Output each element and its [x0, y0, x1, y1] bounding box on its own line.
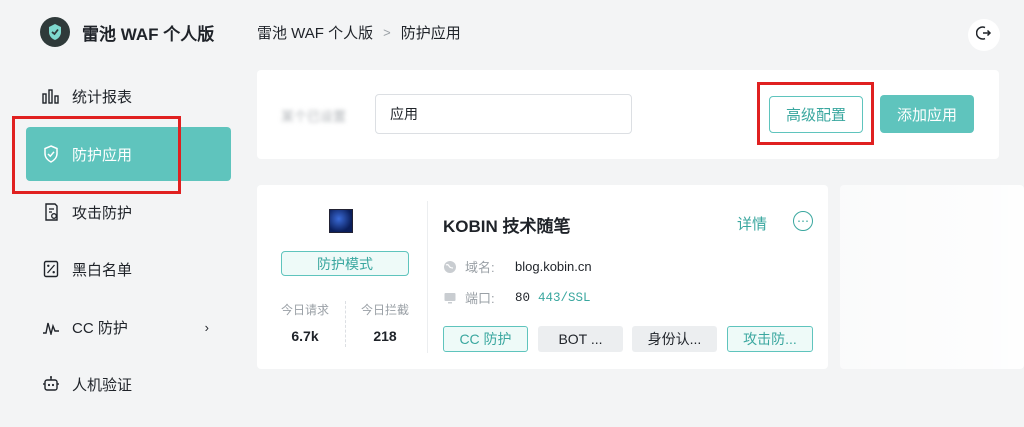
- today-requests-label: 今日请求: [280, 303, 329, 317]
- sidebar-item-label: 人机验证: [72, 376, 133, 394]
- port-label: 端口:: [465, 291, 495, 306]
- app-favicon-icon: [329, 209, 353, 233]
- monitor-icon: [443, 291, 457, 305]
- today-blocked-label: 今日拦截: [360, 303, 409, 317]
- today-requests-value: 6.7k: [291, 328, 319, 344]
- app-name: KOBIN 技术随笔: [443, 217, 571, 236]
- port-ssl-value: 443/SSL: [538, 290, 591, 305]
- logout-icon: [975, 25, 992, 46]
- breadcrumb-separator: >: [383, 25, 391, 40]
- tag-bot-protection[interactable]: BOT ...: [538, 326, 623, 352]
- search-input[interactable]: [375, 94, 632, 134]
- detail-link[interactable]: 详情: [737, 213, 767, 234]
- robot-icon: [42, 375, 60, 393]
- sidebar-item-cc-protection[interactable]: CC 防护 ›: [26, 300, 231, 354]
- sidebar-item-attack-protection[interactable]: 攻击防护: [26, 185, 231, 239]
- domain-value: blog.kobin.cn: [515, 259, 592, 274]
- bar-chart-icon: [42, 87, 60, 105]
- breadcrumb-current: 防护应用: [400, 25, 461, 42]
- sidebar-item-protected-apps[interactable]: 防护应用: [26, 127, 231, 181]
- protection-mode-badge[interactable]: 防护模式: [281, 251, 409, 276]
- card-divider: [427, 201, 428, 353]
- filter-toolbar: 某个已设置 高级配置 添加应用: [257, 70, 999, 159]
- logo-icon: [40, 17, 70, 47]
- brand-title: 雷池 WAF 个人版: [82, 24, 215, 44]
- add-app-button[interactable]: 添加应用: [880, 95, 974, 133]
- sidebar-item-blackwhite-list[interactable]: 黑白名单: [26, 242, 231, 296]
- logout-button[interactable]: [968, 19, 1000, 51]
- sidebar-item-statistics[interactable]: 统计报表: [26, 69, 231, 123]
- filter-label: 某个已设置: [281, 109, 347, 124]
- app-card: 防护模式 今日请求 6.7k 今日拦截 218 KOBIN 技术随笔 详情 ⋯ …: [257, 185, 828, 369]
- sidebar: 雷池 WAF 个人版 统计报表 防护应用 攻击防护 黑白名单 CC 防护 › 人…: [0, 0, 240, 427]
- blurred-card-placeholder: [840, 185, 1024, 369]
- globe-icon: [443, 260, 457, 274]
- chevron-right-icon: ›: [204, 319, 209, 335]
- port-row: 端口: 80 443/SSL: [443, 288, 591, 307]
- sidebar-item-label: 统计报表: [72, 88, 133, 106]
- app-card-summary: 防护模式 今日请求 6.7k 今日拦截 218: [257, 185, 427, 369]
- sidebar-item-label: 黑白名单: [72, 261, 133, 279]
- attack-log-icon: [42, 203, 60, 221]
- breadcrumb: 雷池 WAF 个人版 > 防护应用: [257, 22, 461, 43]
- today-requests-stat: 今日请求 6.7k: [265, 301, 345, 344]
- advanced-config-button[interactable]: 高级配置: [769, 96, 863, 133]
- domain-row: 域名: blog.kobin.cn: [443, 257, 592, 276]
- percent-list-icon: [42, 260, 60, 278]
- today-blocked-stat: 今日拦截 218: [345, 301, 425, 344]
- tag-attack-protection[interactable]: 攻击防...: [727, 326, 813, 352]
- brand: 雷池 WAF 个人版: [40, 16, 214, 48]
- more-options-icon[interactable]: ⋯: [793, 211, 813, 231]
- sidebar-item-label: 攻击防护: [72, 204, 133, 222]
- tag-auth[interactable]: 身份认...: [632, 326, 717, 352]
- port-value: 80: [515, 290, 531, 305]
- tag-cc-protection[interactable]: CC 防护: [443, 326, 528, 352]
- sidebar-item-label: CC 防护: [72, 319, 128, 337]
- shield-icon: [42, 145, 60, 163]
- sidebar-item-label: 防护应用: [72, 146, 133, 164]
- domain-label: 域名:: [465, 260, 495, 275]
- sidebar-item-captcha[interactable]: 人机验证: [26, 357, 231, 411]
- today-blocked-value: 218: [373, 328, 397, 344]
- breadcrumb-root[interactable]: 雷池 WAF 个人版: [257, 22, 373, 43]
- pulse-icon: [42, 318, 60, 336]
